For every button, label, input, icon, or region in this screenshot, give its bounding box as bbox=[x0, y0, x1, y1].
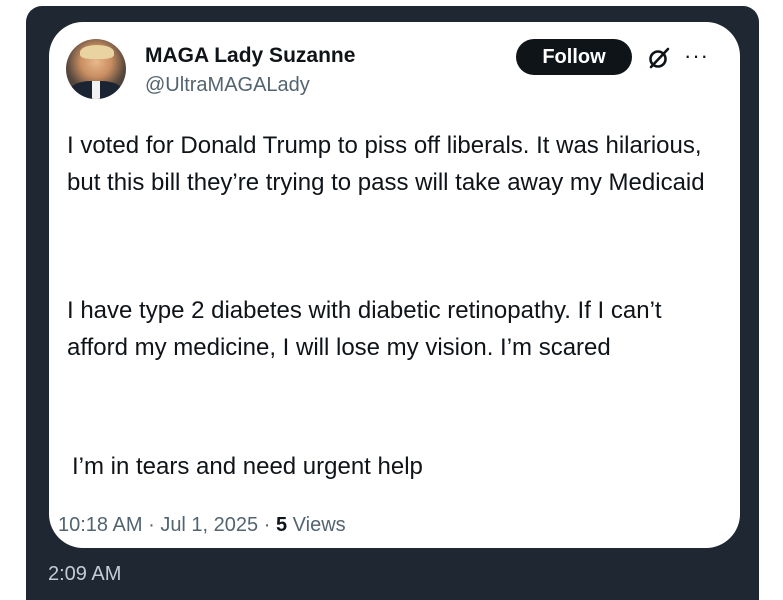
separator: · bbox=[148, 514, 155, 536]
views-label: Views bbox=[292, 514, 346, 536]
views-count: 5 bbox=[275, 514, 288, 536]
post-paragraph: I’m in tears and need urgent help bbox=[72, 453, 423, 480]
post-time[interactable]: 10:18 AM bbox=[58, 514, 143, 536]
post-paragraph: I voted for Donald Trump to piss off lib… bbox=[67, 132, 705, 196]
author-handle[interactable]: @UltraMAGALady bbox=[145, 74, 310, 97]
message-timestamp: 2:09 AM bbox=[48, 563, 122, 585]
avatar-hair bbox=[80, 45, 114, 59]
follow-button[interactable]: Follow bbox=[516, 39, 632, 75]
avatar-shirt bbox=[92, 81, 100, 99]
post-paragraph: I have type 2 diabetes with diabetic ret… bbox=[67, 297, 662, 361]
embedded-post-card[interactable]: MAGA Lady Suzanne @UltraMAGALady Follow … bbox=[49, 22, 740, 548]
post-date[interactable]: Jul 1, 2025 bbox=[160, 514, 258, 536]
avatar[interactable] bbox=[66, 39, 126, 99]
author-name[interactable]: MAGA Lady Suzanne bbox=[145, 44, 355, 68]
more-icon[interactable]: ··· bbox=[684, 44, 709, 68]
separator: · bbox=[263, 514, 271, 536]
post-metadata: 10:18 AM · Jul 1, 2025 · 5 Views bbox=[58, 514, 346, 537]
grok-icon[interactable] bbox=[647, 46, 671, 70]
page-background: MAGA Lady Suzanne @UltraMAGALady Follow … bbox=[0, 0, 783, 600]
